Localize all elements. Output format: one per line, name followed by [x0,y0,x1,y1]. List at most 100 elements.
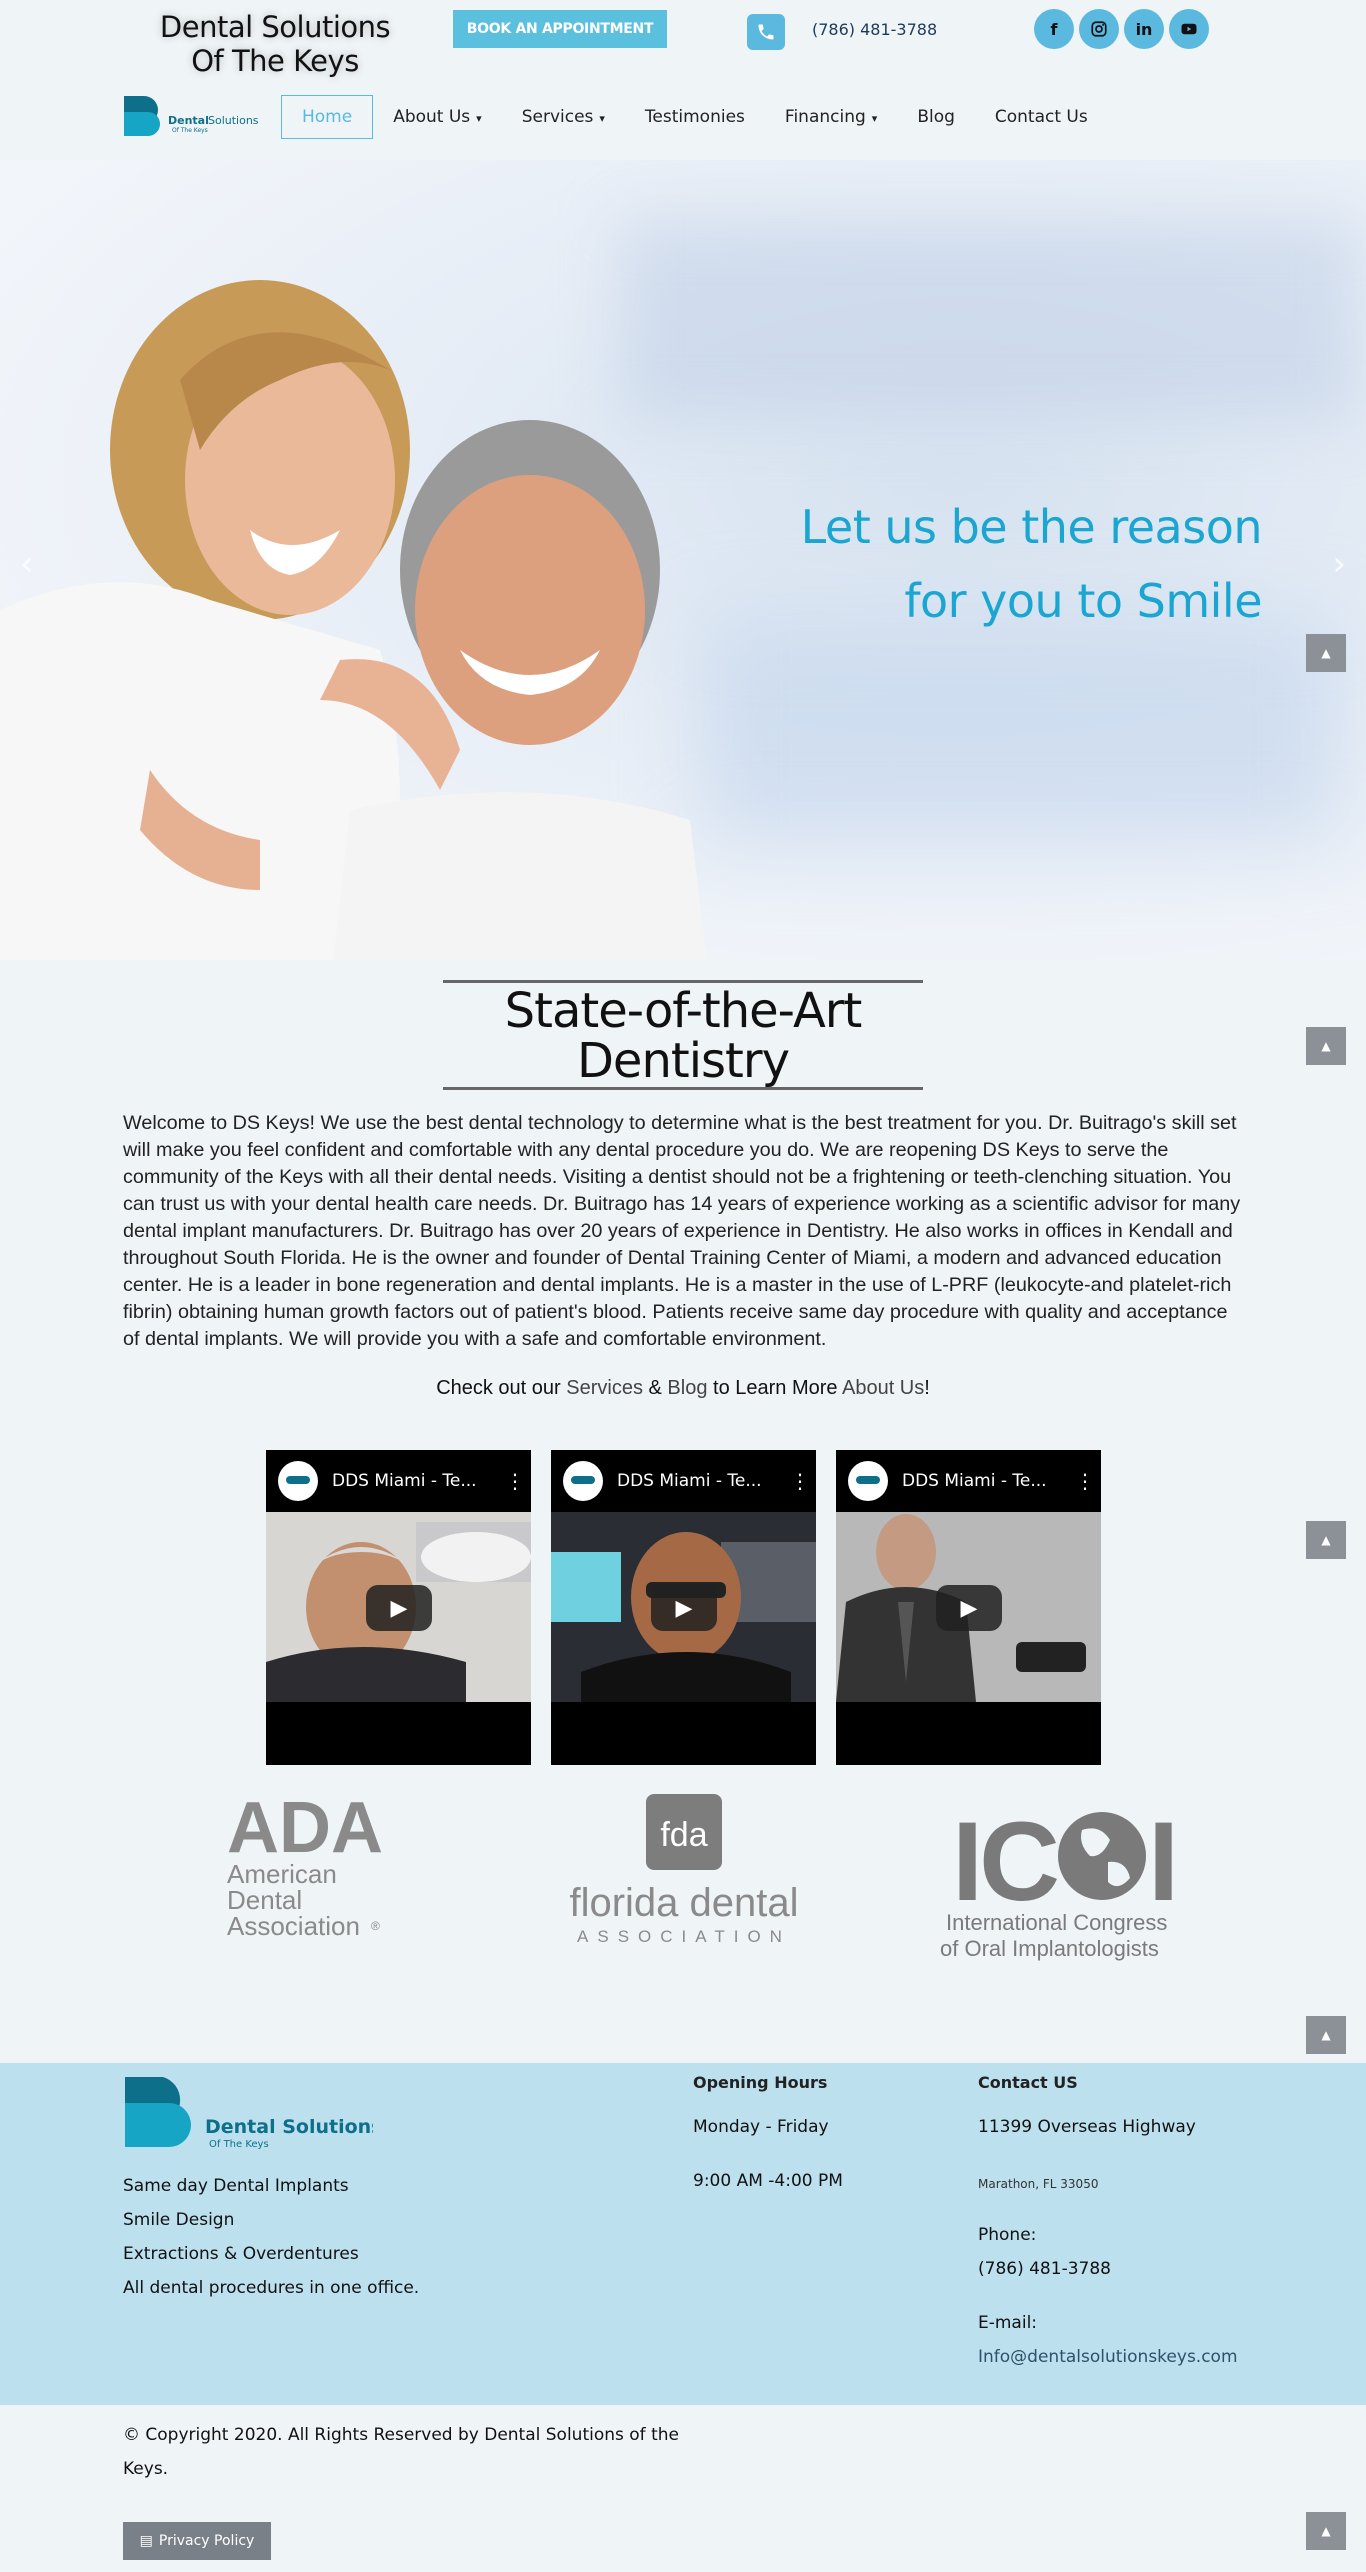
svg-text:Of The Keys: Of The Keys [172,127,208,134]
scroll-to-top-button[interactable]: ▲ [1306,1521,1346,1559]
video-title[interactable]: DDS Miami - Te... [617,1471,790,1491]
footer-logo-text: Dental Solutions [205,2116,373,2138]
intro-paragraph: Welcome to DS Keys! We use the best dent… [123,1112,1241,1350]
main-nav: Home About Us ▾ Services ▾ Testimonies Fin… [281,94,1108,140]
channel-avatar[interactable] [563,1461,603,1501]
nav-testimonies[interactable]: Testimonies [625,94,765,140]
play-icon[interactable]: ▶ [651,1585,717,1631]
facebook-icon[interactable]: f [1034,9,1074,49]
fda-badge: fda [660,1816,707,1854]
nav-label: Home [302,107,353,127]
carousel-prev-arrow-icon[interactable]: ‹ [20,544,34,584]
icoi-line1: International Congress [946,1910,1167,1935]
checkout-prefix: Check out our [436,1377,567,1399]
chevron-up-icon: ▲ [1321,646,1331,660]
hero-photo-man [333,420,707,960]
hero-background-blur [620,220,1360,420]
nav-financing[interactable]: Financing ▾ [765,94,897,140]
play-icon[interactable]: ▶ [366,1585,432,1631]
checkout-suffix: ! [924,1377,930,1399]
scroll-to-top-button[interactable]: ▲ [1306,1027,1346,1065]
fda-name: florida dental [569,1881,798,1925]
scroll-to-top-button[interactable]: ▲ [1306,634,1346,672]
section-title-line1: State-of-the-Art [504,983,863,1039]
phone-icon[interactable] [747,14,785,50]
nav-home[interactable]: Home [281,95,374,139]
footer-logo-subtext: Of The Keys [209,2139,269,2150]
scroll-to-top-button[interactable]: ▲ [1306,2512,1346,2550]
footer-service-item: All dental procedures in one office. [123,2278,420,2298]
nav-label: Blog [917,107,955,127]
chevron-down-icon: ▾ [476,112,482,125]
ada-mark: ® [371,1919,380,1933]
footer-logo[interactable]: Dental Solutions Of The Keys [123,2073,373,2153]
nav-label: Testimonies [644,107,745,127]
video-embed[interactable]: DDS Miami - Te... ⋮ ▶ [836,1450,1101,1765]
icoi-abbr-right: I [1148,1800,1179,1924]
blog-link[interactable]: Blog [667,1377,707,1399]
instagram-icon[interactable] [1079,9,1119,49]
chevron-up-icon: ▲ [1321,1039,1331,1053]
nav-about-us[interactable]: About Us ▾ [373,94,502,140]
youtube-icon[interactable] [1169,9,1209,49]
chevron-up-icon: ▲ [1321,1533,1331,1547]
site-logo[interactable]: Dental Solutions Of The Keys [122,92,262,138]
nav-contact-us[interactable]: Contact Us [975,94,1108,140]
florida-dental-logo: fda florida dental ASSOCIATION [569,1794,799,1946]
hero-tagline-line2: for you to Smile [904,574,1262,628]
book-appointment-button[interactable]: BOOK AN APPOINTMENT [453,10,667,48]
checkout-middle: to Learn More [707,1377,842,1399]
footer-service-item: Smile Design [123,2210,235,2230]
video-header: DDS Miami - Te... ⋮ [836,1450,1101,1512]
video-title[interactable]: DDS Miami - Te... [902,1471,1075,1491]
video-title[interactable]: DDS Miami - Te... [332,1471,505,1491]
privacy-policy-button[interactable]: ▤ Privacy Policy [123,2522,271,2560]
nav-services[interactable]: Services ▾ [502,94,625,140]
carousel-next-arrow-icon[interactable]: › [1332,544,1346,584]
contact-email-label: E-mail: [978,2313,1038,2333]
more-vertical-icon[interactable]: ⋮ [790,1469,810,1493]
channel-avatar[interactable] [848,1461,888,1501]
checkout-amp: & [642,1377,668,1399]
nav-label: Financing [784,107,866,127]
site-title[interactable]: Dental Solutions Of The Keys [140,10,410,78]
video-gallery: DDS Miami - Te... ⋮ ▶ DDS Miami - Te... … [266,1450,1101,1765]
contact-address: 11399 Overseas Highway [978,2117,1196,2137]
contact-title: Contact US [978,2073,1078,2092]
opening-hours-days: Monday - Friday [693,2117,829,2137]
nav-label: About Us [393,107,471,127]
fda-sub: ASSOCIATION [577,1927,791,1946]
more-vertical-icon[interactable]: ⋮ [505,1469,525,1493]
icoi-logo: IC I International Congress of Oral Impl… [940,1800,1179,1961]
more-vertical-icon[interactable]: ⋮ [1075,1469,1095,1493]
nav-label: Contact Us [994,107,1088,127]
top-header: Dental Solutions Of The Keys BOOK AN APP… [0,0,1366,160]
nav-blog[interactable]: Blog [897,94,975,140]
services-link[interactable]: Services [566,1377,643,1399]
hero-tagline-line1: Let us be the reason [800,500,1263,554]
footer-services-list: Same day Dental Implants Smile Design Ex… [123,2169,419,2305]
video-embed[interactable]: DDS Miami - Te... ⋮ ▶ [551,1450,816,1765]
social-links: f in [1034,9,1209,49]
hero-carousel: Let us be the reason for you to Smile ‹ … [0,160,1366,960]
chevron-down-icon: ▾ [599,112,605,125]
contact-phone[interactable]: (786) 481-3788 [978,2259,1111,2279]
contact-email[interactable]: Info@dentalsolutionskeys.com [978,2347,1238,2367]
ada-abbr: ADA [227,1790,383,1868]
channel-avatar[interactable] [278,1461,318,1501]
about-us-link[interactable]: About Us [842,1377,924,1399]
site-footer: Dental Solutions Of The Keys Same day De… [0,2063,1366,2405]
opening-hours-title: Opening Hours [693,2073,828,2092]
nav-label: Services [521,107,594,127]
section-title: State-of-the-Art Dentistry [443,980,923,1090]
document-icon: ▤ [139,2533,153,2549]
header-phone-number[interactable]: (786) 481-3788 [812,20,937,39]
linkedin-icon[interactable]: in [1124,9,1164,49]
footer-service-item: Extractions & Overdentures [123,2244,359,2264]
video-embed[interactable]: DDS Miami - Te... ⋮ ▶ [266,1450,531,1765]
icoi-abbr-left: IC [952,1800,1057,1924]
privacy-policy-label: Privacy Policy [158,2533,255,2549]
scroll-to-top-button[interactable]: ▲ [1306,2016,1346,2054]
play-icon[interactable]: ▶ [936,1585,1002,1631]
ada-line3: Association [227,1911,360,1940]
